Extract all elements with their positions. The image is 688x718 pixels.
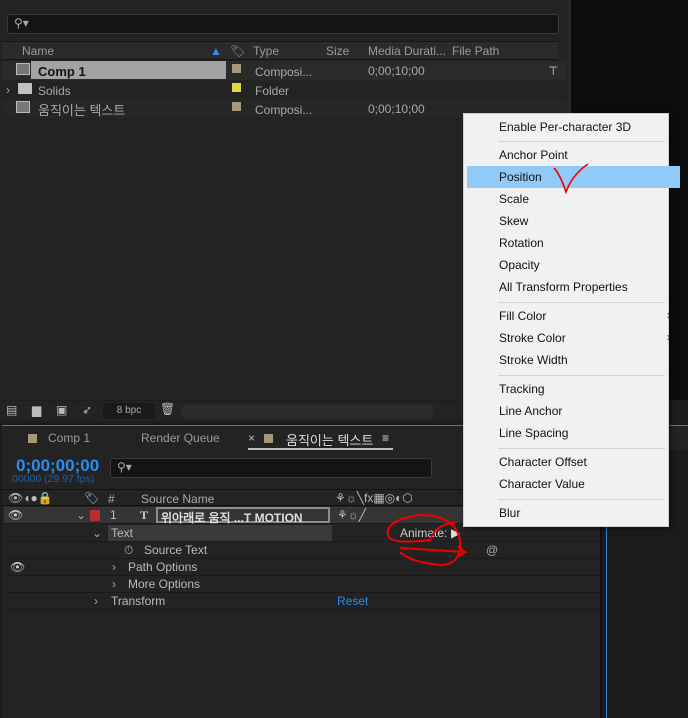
transform-row[interactable]: › Transform Reset [4,593,602,610]
menu-opacity[interactable]: Opacity [467,254,681,276]
item-type: Composi... [255,103,313,117]
sort-ascending-icon: ▲ [210,44,222,58]
project-item[interactable]: Comp 1 Composi... 0;00;10;00 ⊤ [2,61,567,80]
interpret-footage-icon[interactable]: ▤ [6,403,17,417]
render-icon[interactable]: ➶ [82,403,92,417]
menu-skew[interactable]: Skew [467,210,681,232]
label-tag-icon: 🏷 [230,44,246,58]
project-search-input[interactable]: ⚲▾ [7,14,559,34]
menu-character-value[interactable]: Character Value [467,473,681,495]
menu-blur[interactable]: Blur [467,502,681,524]
reset-link[interactable]: Reset [337,594,368,608]
new-composition-icon[interactable]: ▣ [56,403,67,417]
close-tab-icon[interactable]: × [248,431,255,445]
menu-all-transform-properties[interactable]: All Transform Properties [467,276,681,298]
tab-active-comp[interactable]: 움직이는 텍스트 [286,430,373,449]
col-duration[interactable]: Media Durati... [368,44,446,58]
comp-swatch [28,434,37,443]
expand-icon[interactable]: › [112,577,116,591]
menu-rotation[interactable]: Rotation [467,232,681,254]
col-name[interactable]: Name [22,44,54,58]
menu-line-anchor[interactable]: Line Anchor [467,400,681,422]
layer-switches[interactable]: ⚘☼╱ [337,508,366,522]
submenu-arrow-icon: › [667,308,671,322]
label-swatch[interactable] [232,83,241,92]
tab-comp-1[interactable]: Comp 1 [48,431,90,445]
submenu-arrow-icon: › [667,330,671,344]
text-layer-icon: T [140,508,149,522]
flowchart-icon[interactable]: ⊤ [548,64,558,78]
path-options-label: Path Options [128,560,198,574]
source-text-label: Source Text [144,543,208,557]
col-type[interactable]: Type [253,44,279,58]
col-path[interactable]: File Path [452,44,499,58]
collapse-icon[interactable]: ⌄ [76,508,86,522]
frame-rate: 00000 (29.97 fps) [12,473,95,485]
more-options-label: More Options [128,577,201,591]
menu-fill-color[interactable]: Fill Color › [467,305,681,327]
expand-icon[interactable]: › [6,83,10,97]
layer-name[interactable]: 위아래로 움직 ...T MOTION [156,507,330,525]
search-icon: ⚲▾ [14,16,29,30]
stopwatch-icon[interactable]: ⏱ [124,543,133,558]
composition-icon [16,63,30,75]
label-swatch[interactable] [232,102,241,111]
collapse-icon[interactable]: ⌄ [92,526,102,540]
item-name: 움직이는 텍스트 [38,103,126,118]
menu-stroke-color[interactable]: Stroke Color › [467,327,681,349]
project-column-header: Name ▲ 🏷 Type Size Media Durati... File … [2,41,558,60]
label-tag-icon: 🏷 [84,491,100,505]
visibility-eye-icon[interactable]: 👁 [8,508,23,522]
trash-icon[interactable]: 🗑 [160,402,175,416]
menu-stroke-width[interactable]: Stroke Width [467,349,681,371]
menu-tracking[interactable]: Tracking [467,378,681,400]
av-switch-icons: 👁◖●🔒 [8,491,53,505]
item-duration: 0;00;10;00 [368,102,425,116]
menu-character-offset[interactable]: Character Offset [467,451,681,473]
project-item[interactable]: › Solids Folder [2,80,567,99]
text-group-label: Text [111,526,134,540]
folder-icon [18,83,32,94]
new-folder-icon[interactable]: ▆ [32,403,41,417]
label-swatch[interactable] [232,64,241,73]
layer-label[interactable] [90,510,100,521]
menu-enable-per-character-3d[interactable]: Enable Per-character 3D [467,116,681,138]
bpc-button[interactable]: 8 bpc [103,403,155,419]
expand-icon[interactable]: › [94,594,98,608]
col-number: # [108,492,115,506]
col-size[interactable]: Size [326,44,349,58]
layer-number: 1 [110,508,117,522]
expand-icon[interactable]: › [112,560,116,574]
comp-swatch [264,434,273,443]
col-source-name[interactable]: Source Name [141,492,214,506]
menu-label: Fill Color [499,309,547,323]
menu-line-spacing[interactable]: Line Spacing [467,422,681,444]
item-duration: 0;00;10;00 [368,64,425,78]
item-type: Folder [255,84,290,98]
item-type: Composi... [255,65,313,79]
transform-label: Transform [111,594,166,608]
item-name: Solids [38,84,71,98]
composition-icon [16,101,30,113]
red-checkmark-annotation [553,163,589,195]
visibility-eye-icon[interactable]: 👁 [10,560,25,574]
tab-render-queue[interactable]: Render Queue [141,431,220,445]
menu-label: Stroke Color [499,331,566,345]
item-name: Comp 1 [38,64,86,79]
